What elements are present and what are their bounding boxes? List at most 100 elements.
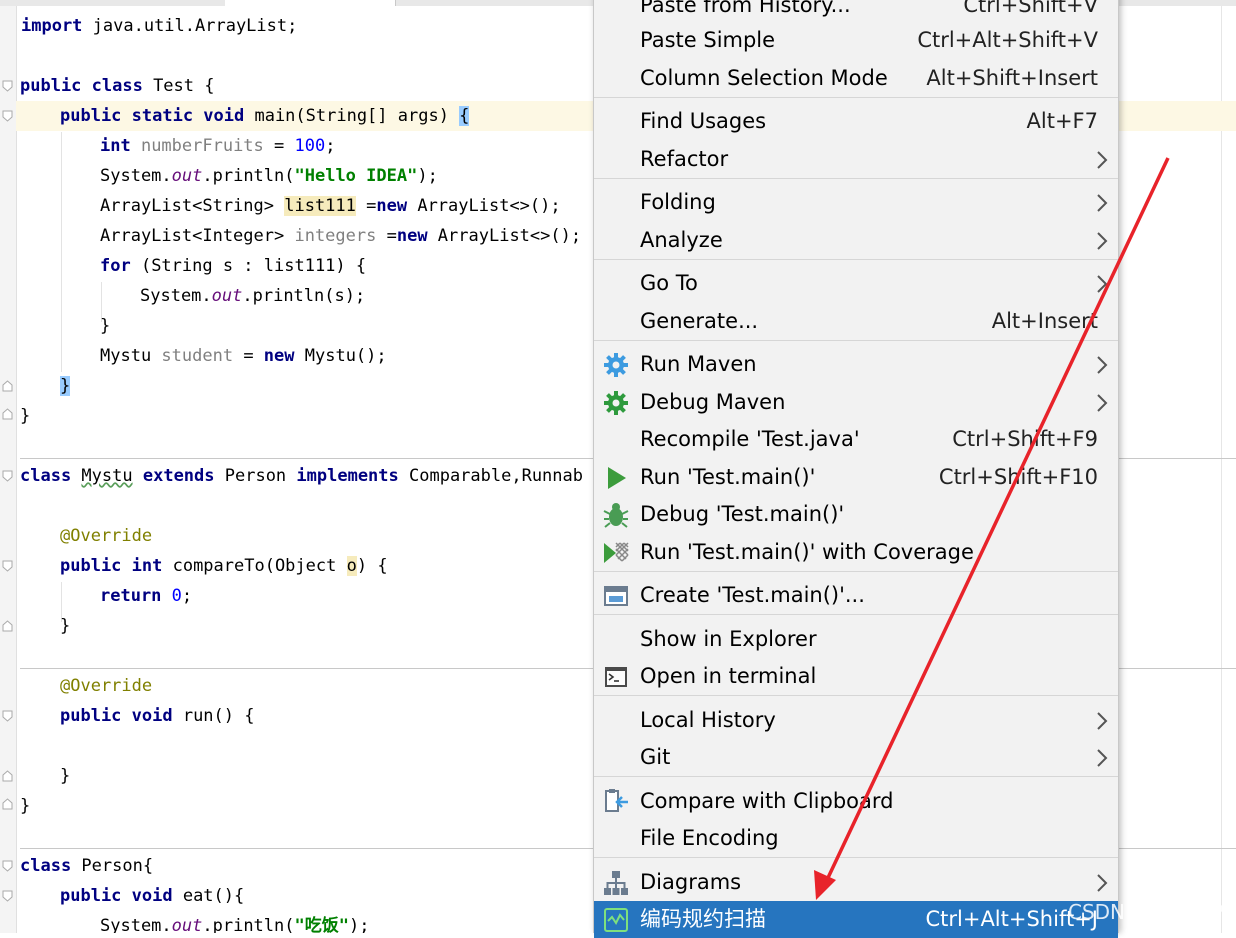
menu-item-recompile[interactable]: Recompile 'Test.java' Ctrl+Shift+F9 bbox=[594, 421, 1118, 458]
menu-item-label: Debug 'Test.main()' bbox=[640, 502, 845, 526]
code-token: extends bbox=[142, 466, 215, 486]
menu-item-label: Run 'Test.main()' bbox=[640, 465, 816, 489]
code-line: } bbox=[20, 796, 31, 816]
code-token: Mystu bbox=[81, 466, 133, 486]
menu-item-show-in-explorer[interactable]: Show in Explorer bbox=[594, 621, 1118, 658]
menu-item-find-usages[interactable]: Find Usages Alt+F7 bbox=[594, 103, 1118, 140]
code-token: ; bbox=[181, 586, 193, 606]
code-token: .println( bbox=[202, 166, 295, 186]
menu-item-label: Column Selection Mode bbox=[640, 66, 888, 90]
code-line: ArrayList<Integer> integers =new ArrayLi… bbox=[100, 221, 581, 251]
menu-item-open-in-terminal[interactable]: Open in terminal bbox=[594, 658, 1118, 695]
code-line: public static void main(String[] args) { bbox=[60, 101, 470, 131]
code-token: eat(){ bbox=[182, 886, 245, 906]
code-token: out bbox=[171, 166, 203, 186]
run-configuration-icon bbox=[604, 586, 628, 606]
menu-item-code-scan[interactable]: 编码规约扫描 Ctrl+Alt+Shift+J bbox=[594, 901, 1118, 938]
fold-marker[interactable] bbox=[2, 710, 13, 722]
menu-item-analyze[interactable]: Analyze bbox=[594, 222, 1118, 259]
menu-item-run-maven[interactable]: Run Maven bbox=[594, 346, 1118, 383]
submenu-arrow-icon bbox=[1097, 356, 1108, 374]
menu-separator bbox=[594, 695, 1118, 696]
code-token: Mystu(); bbox=[294, 346, 387, 366]
code-line: } bbox=[20, 406, 31, 426]
code-token: (String s : list111) { bbox=[130, 256, 367, 276]
menu-item-label: Folding bbox=[640, 190, 716, 214]
menu-item-debug-main[interactable]: Debug 'Test.main()' bbox=[594, 496, 1118, 533]
code-line: } bbox=[60, 616, 71, 636]
code-token: ArrayList<>(); bbox=[427, 226, 582, 246]
code-token: "Hello IDEA" bbox=[294, 166, 418, 186]
menu-item-label: Paste from History... bbox=[640, 0, 851, 17]
coverage-icon bbox=[604, 542, 629, 563]
fold-marker[interactable] bbox=[2, 380, 13, 392]
menu-item-shortcut: Ctrl+Shift+F9 bbox=[952, 427, 1098, 451]
code-token: main(String[] args) bbox=[254, 106, 460, 126]
code-token: System. bbox=[100, 166, 172, 186]
menu-separator bbox=[594, 97, 1118, 98]
code-line: ArrayList<String> list111 =new ArrayList… bbox=[100, 191, 561, 221]
matched-brace: } bbox=[60, 376, 71, 396]
code-token: "吃饭" bbox=[294, 916, 349, 933]
menu-item-label: Compare with Clipboard bbox=[640, 789, 894, 813]
menu-item-file-encoding[interactable]: File Encoding bbox=[594, 820, 1118, 857]
menu-item-shortcut: Ctrl+Shift+V bbox=[963, 0, 1098, 17]
menu-item-label: Analyze bbox=[640, 228, 723, 252]
code-token: out bbox=[211, 286, 243, 306]
code-line: int numberFruits = 100; bbox=[100, 131, 335, 161]
indent-guide bbox=[61, 132, 62, 372]
diagram-icon bbox=[604, 871, 628, 895]
menu-item-label: File Encoding bbox=[640, 826, 779, 850]
code-token: .println( bbox=[202, 916, 295, 933]
fold-marker[interactable] bbox=[2, 80, 13, 92]
menu-item-compare-with-clipboard[interactable]: Compare with Clipboard bbox=[594, 783, 1118, 820]
menu-item-go-to[interactable]: Go To bbox=[594, 265, 1118, 302]
menu-item-git[interactable]: Git bbox=[594, 739, 1118, 776]
editor-tab[interactable] bbox=[225, 0, 396, 6]
code-token: public static void bbox=[60, 106, 255, 126]
menu-item-create-main[interactable]: Create 'Test.main()'... bbox=[594, 577, 1118, 614]
submenu-arrow-icon bbox=[1097, 232, 1108, 250]
menu-item-label: Run 'Test.main()' with Coverage bbox=[640, 540, 974, 564]
fold-marker[interactable] bbox=[2, 798, 13, 810]
code-token: for bbox=[100, 256, 131, 276]
code-line: public class Test { bbox=[20, 71, 214, 101]
fold-marker[interactable] bbox=[2, 620, 13, 632]
menu-item-run-with-coverage[interactable]: Run 'Test.main()' with Coverage bbox=[594, 534, 1118, 571]
menu-separator bbox=[594, 340, 1118, 341]
fold-marker[interactable] bbox=[2, 560, 13, 572]
code-token: return bbox=[100, 586, 172, 606]
menu-item-run-main[interactable]: Run 'Test.main()' Ctrl+Shift+F10 bbox=[594, 459, 1118, 496]
menu-item-label: Generate... bbox=[640, 309, 759, 333]
fold-marker[interactable] bbox=[2, 470, 13, 482]
fold-marker[interactable] bbox=[2, 110, 13, 122]
menu-item-folding[interactable]: Folding bbox=[594, 184, 1118, 221]
matched-brace: { bbox=[459, 106, 470, 126]
menu-item-refactor[interactable]: Refactor bbox=[594, 141, 1118, 178]
menu-item-generate[interactable]: Generate... Alt+Insert bbox=[594, 303, 1118, 340]
code-token: compareTo(Object bbox=[172, 556, 347, 576]
editor-context-menu: Paste from History... Ctrl+Shift+V Paste … bbox=[593, 0, 1119, 938]
code-line: System.out.println("吃饭"); bbox=[100, 911, 369, 933]
menu-item-label: Debug Maven bbox=[640, 390, 786, 414]
menu-item-local-history[interactable]: Local History bbox=[594, 702, 1118, 739]
code-token: java.util.ArrayList; bbox=[82, 16, 298, 36]
menu-item-paste-from-history[interactable]: Paste from History... Ctrl+Shift+V bbox=[594, 0, 1118, 24]
code-line: class Mystu extends Person implements Co… bbox=[20, 461, 583, 491]
code-token: class bbox=[20, 856, 82, 876]
fold-marker[interactable] bbox=[2, 770, 13, 782]
code-token: public void bbox=[60, 886, 183, 906]
code-token: Comparable,Runnab bbox=[398, 466, 583, 486]
code-token: new bbox=[263, 346, 295, 366]
menu-item-paste-simple[interactable]: Paste Simple Ctrl+Alt+Shift+V bbox=[594, 22, 1118, 59]
code-line: class Person{ bbox=[20, 851, 153, 881]
fold-marker[interactable] bbox=[2, 890, 13, 902]
menu-separator bbox=[594, 259, 1118, 260]
fold-marker[interactable] bbox=[2, 860, 13, 872]
fold-marker[interactable] bbox=[2, 408, 13, 420]
menu-item-diagrams[interactable]: Diagrams bbox=[594, 864, 1118, 901]
code-line: } bbox=[100, 316, 111, 336]
code-token: out bbox=[171, 916, 203, 933]
menu-item-debug-maven[interactable]: Debug Maven bbox=[594, 384, 1118, 421]
menu-item-column-selection-mode[interactable]: Column Selection Mode Alt+Shift+Insert bbox=[594, 60, 1118, 97]
